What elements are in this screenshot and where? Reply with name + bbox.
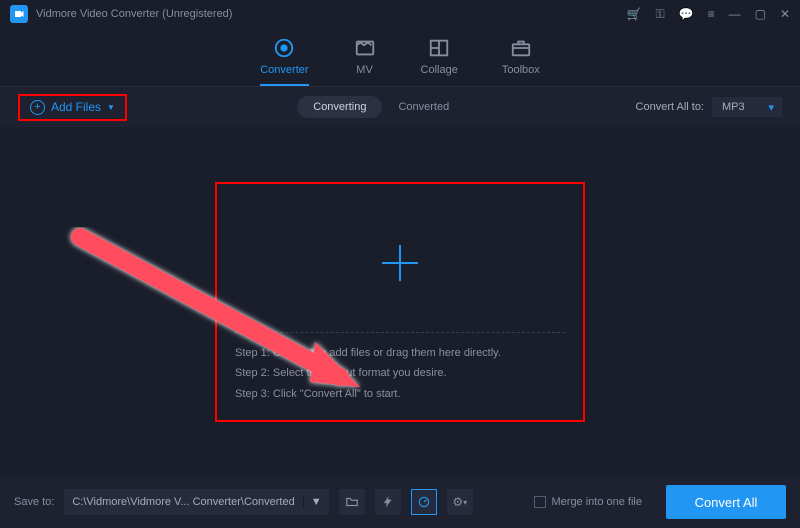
output-format-select[interactable]: MP3 [712,97,782,117]
instruction-steps: Step 1: Click "+" to add files or drag t… [235,343,565,406]
checkbox-icon [534,496,546,508]
feedback-icon[interactable]: 💬 [679,7,694,21]
mv-icon [353,36,377,60]
minimize-button[interactable]: — [729,7,741,21]
step-1: Step 1: Click "+" to add files or drag t… [235,343,565,364]
menu-icon[interactable]: ≡ [708,7,715,21]
step-2: Step 2: Select the output format you des… [235,363,565,384]
save-path-field[interactable]: C:\Vidmore\Vidmore V... Converter\Conver… [64,489,328,515]
app-logo [10,5,28,23]
key-icon[interactable]: ⚿ [655,7,664,22]
footer-bar: Save to: C:\Vidmore\Vidmore V... Convert… [0,476,800,528]
collage-icon [427,36,451,60]
divider [235,332,565,333]
cart-icon[interactable]: 🛒 [627,7,642,21]
converter-icon [272,36,296,60]
close-button[interactable]: ✕ [780,7,790,21]
sub-toolbar: + Add Files ▼ Converting Converted Conve… [0,87,800,127]
titlebar: Vidmore Video Converter (Unregistered) 🛒… [0,0,800,28]
toolbox-icon [509,36,533,60]
content-area: Step 1: Click "+" to add files or drag t… [0,127,800,476]
maximize-button[interactable]: ▢ [755,7,766,21]
nav-collage[interactable]: Collage [421,36,458,86]
chevron-down-icon: ▼ [107,103,115,112]
nav-toolbox[interactable]: Toolbox [502,36,540,86]
convert-all-to: Convert All to: MP3 [636,97,782,117]
chevron-down-icon[interactable]: ▼ [303,496,329,508]
status-tabs: Converting Converted [297,96,465,118]
tab-converted[interactable]: Converted [382,96,465,118]
nav-converter[interactable]: Converter [260,36,308,86]
plus-circle-icon: + [30,100,45,115]
nav-mv[interactable]: MV [353,36,377,86]
add-files-button[interactable]: + Add Files ▼ [18,94,127,121]
app-title: Vidmore Video Converter (Unregistered) [36,8,232,20]
merge-checkbox[interactable]: Merge into one file [534,496,643,508]
hardware-accel-button[interactable] [375,489,401,515]
high-speed-button[interactable] [411,489,437,515]
step-3: Step 3: Click "Convert All" to start. [235,384,565,405]
save-to-label: Save to: [14,496,54,508]
tab-converting[interactable]: Converting [297,96,382,118]
convert-all-label: Convert All to: [636,101,704,113]
add-plus-icon[interactable] [382,245,418,281]
open-folder-button[interactable] [339,489,365,515]
convert-all-button[interactable]: Convert All [666,485,786,519]
settings-button[interactable]: ⚙▾ [447,489,473,515]
drop-zone[interactable]: Step 1: Click "+" to add files or drag t… [215,182,585,422]
main-nav: Converter MV Collage Toolbox [0,28,800,87]
